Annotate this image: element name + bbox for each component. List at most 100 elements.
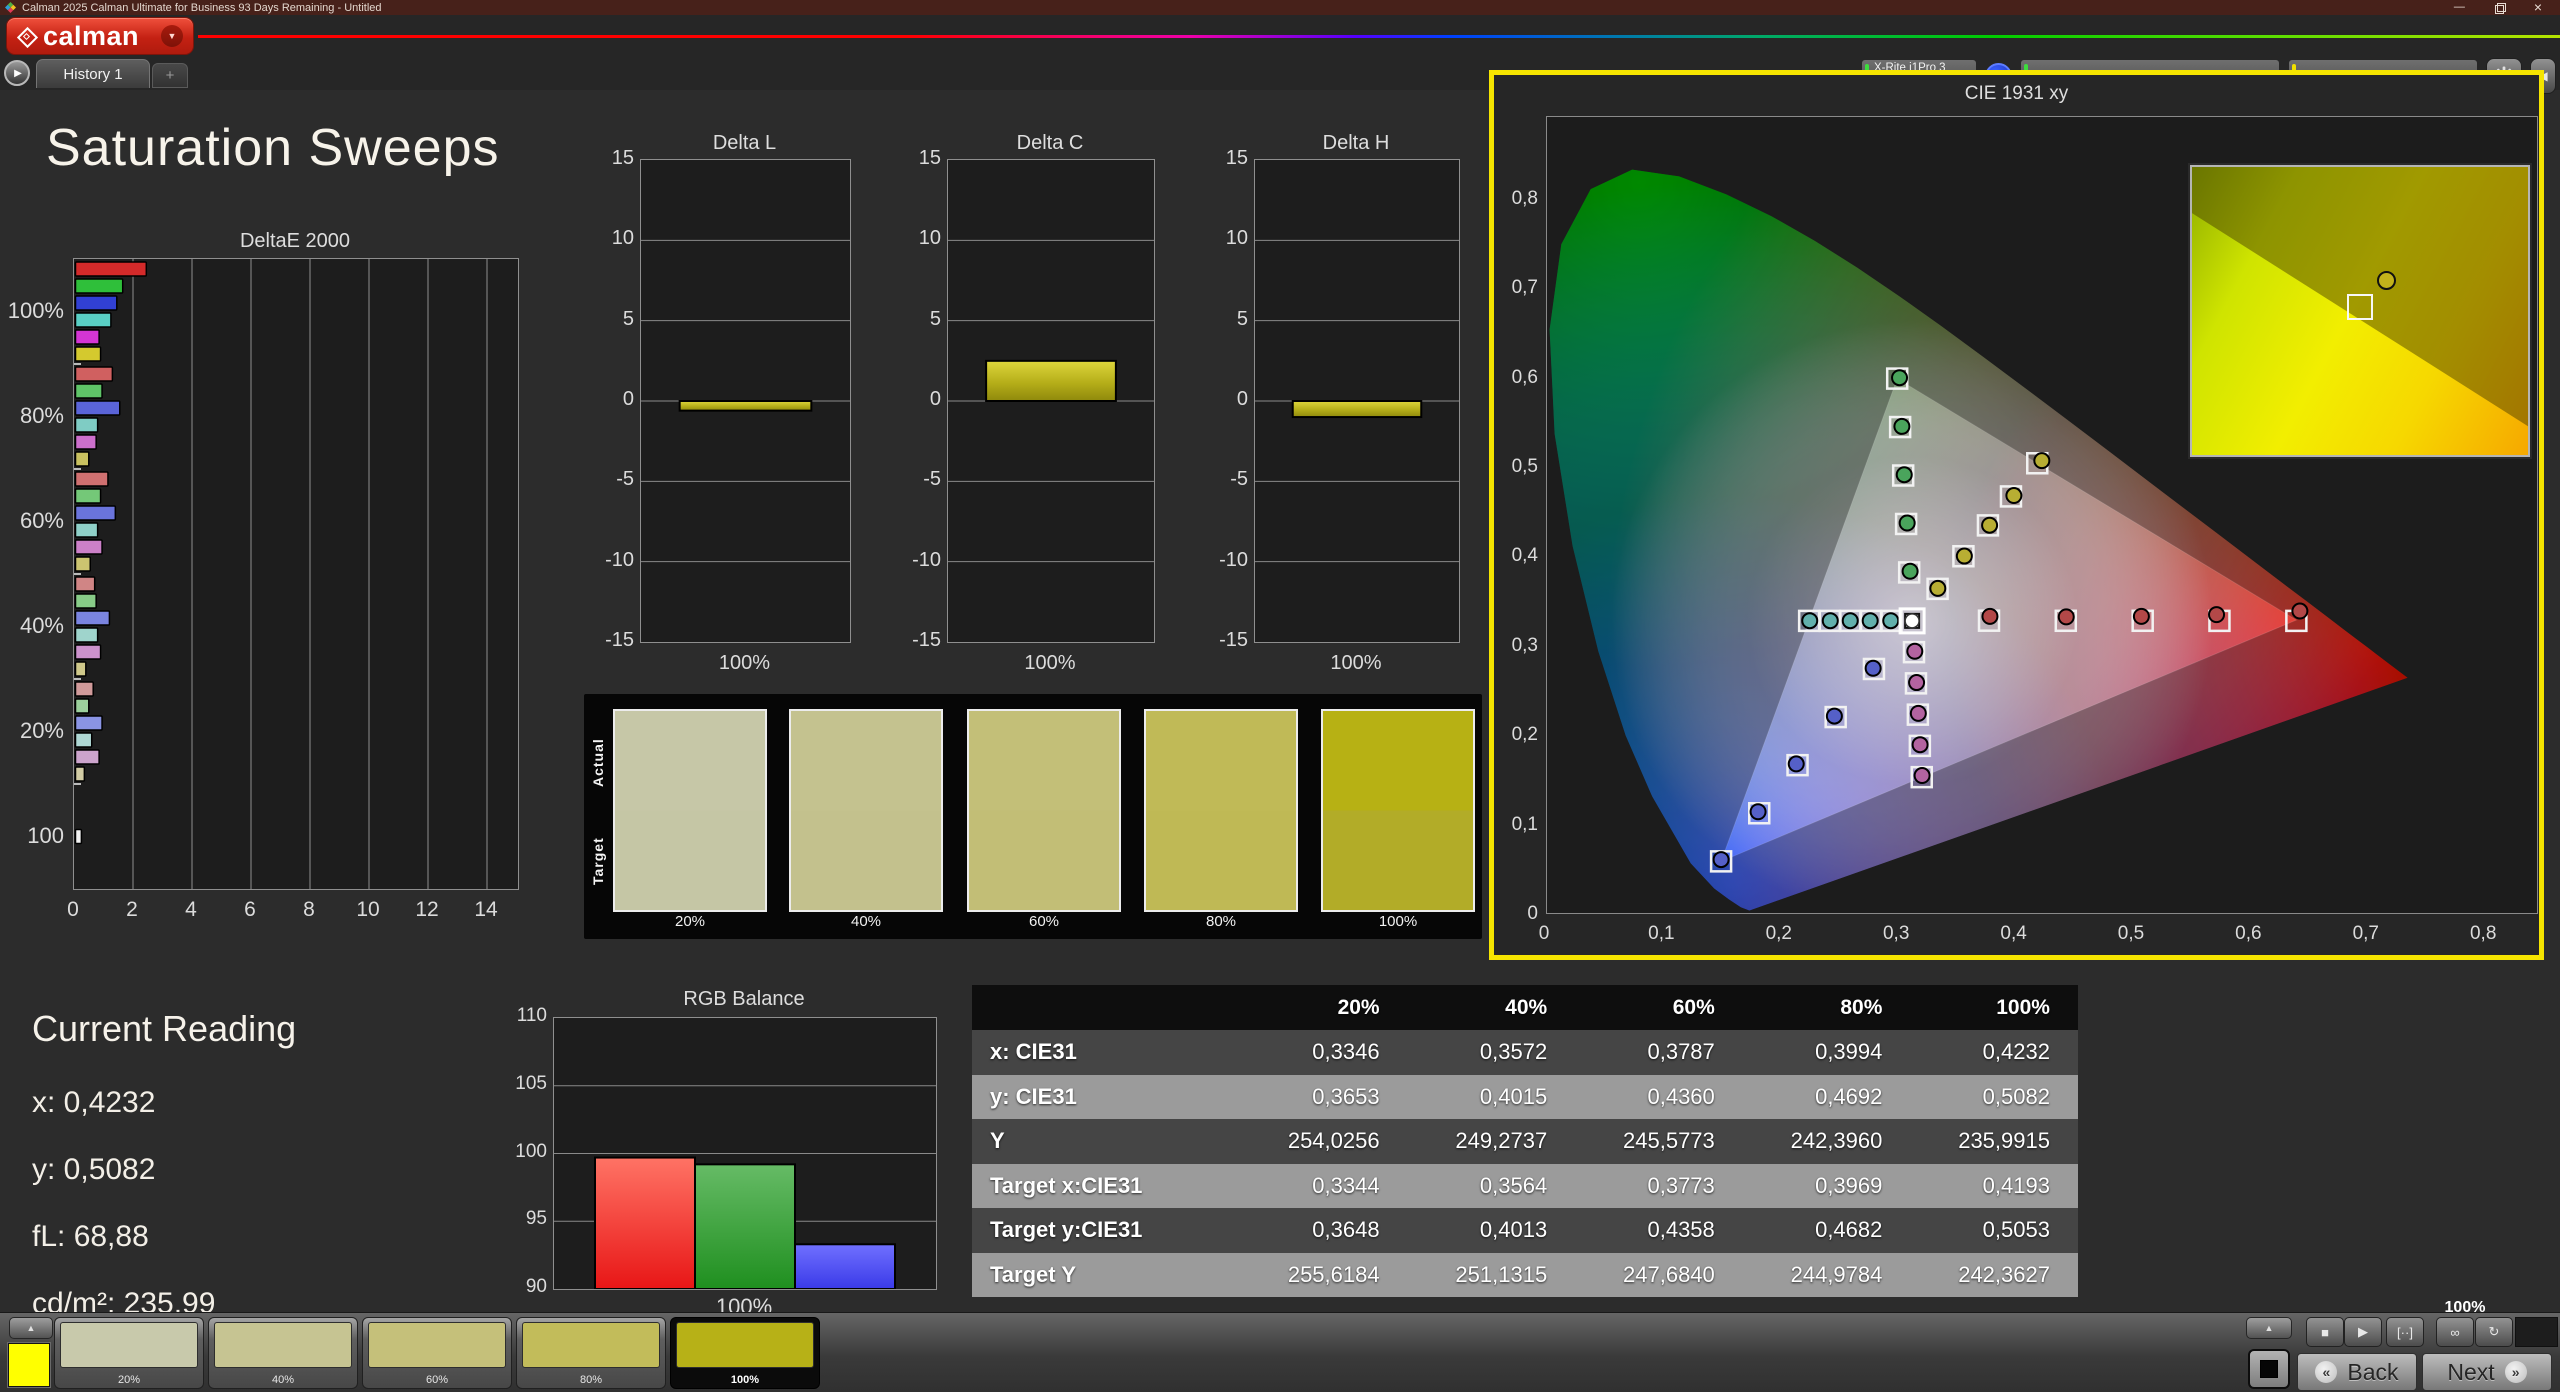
pattern-button-100%[interactable]: 100%	[670, 1317, 820, 1389]
continuous-button[interactable]: ∞	[2436, 1317, 2474, 1347]
pattern-button-60%[interactable]: 60%	[362, 1317, 512, 1389]
next-button[interactable]: Next »	[2422, 1353, 2552, 1391]
cie-x-tick: 0,8	[2469, 923, 2497, 944]
cie-actual-yellow	[1981, 516, 1999, 534]
delta_h-bar	[1291, 400, 1423, 419]
table-corner-cell	[972, 985, 1240, 1030]
cie-y-tick: 0,2	[1511, 724, 1538, 746]
delta_h-title: Delta H	[1322, 132, 1390, 154]
cie-chart-title: CIE 1931 xy	[1964, 83, 2069, 104]
pattern-window-icon	[2260, 1360, 2278, 1378]
current-reading-title: Current Reading	[32, 1008, 297, 1049]
deltae-bar-60%-3	[74, 522, 99, 538]
actual-row-label: Actual	[590, 738, 606, 788]
swatch-label-40%: 40%	[850, 913, 882, 930]
table-cell: 235,9915	[1958, 1128, 2050, 1154]
cie-actual-green	[1898, 514, 1916, 532]
pattern-swatch-100%	[676, 1322, 814, 1368]
delta_h-y-tick: 5	[1236, 307, 1248, 330]
pattern-button-40%[interactable]: 40%	[208, 1317, 358, 1389]
deltae-x-tick: 6	[244, 898, 256, 921]
cie-x-tick: 0,7	[2352, 923, 2379, 944]
deltae-bar-100%-4	[74, 329, 100, 345]
pattern-window-button[interactable]	[2248, 1349, 2290, 1389]
deltae-group-label: 80%	[19, 402, 64, 428]
table-cell: 0,5082	[1982, 1083, 2050, 1109]
interval-button[interactable]: [··]	[2386, 1317, 2424, 1347]
swatch-80%	[1144, 709, 1298, 912]
pattern-button-label: 40%	[271, 1374, 295, 1386]
stop-button[interactable]: ■	[2306, 1317, 2344, 1347]
rgb-y-tick: 90	[525, 1276, 547, 1297]
deltae-bar-100%-1	[74, 278, 124, 294]
cie-white-point	[1904, 613, 1920, 629]
table-cell: 0,4692	[1815, 1083, 1883, 1109]
cie-actual-magenta	[1908, 674, 1926, 692]
rgb-y-tick: 105	[515, 1072, 547, 1094]
cie-actual-blue	[1825, 707, 1843, 725]
table-row-label: x: CIE31	[990, 1039, 1077, 1065]
table-cell: 0,4015	[1479, 1083, 1548, 1109]
table-row: x: CIE31 0,3346 0,3572 0,3787 0,3994 0,4232	[972, 1030, 2078, 1075]
actual-target-swatch-panel[interactable]: Actual Target 20% 40% 60% 80% 100%	[584, 694, 1482, 939]
restore-icon[interactable]	[2494, 3, 2506, 14]
table-cell: 247,6840	[1623, 1261, 1715, 1287]
minimize-icon[interactable]: —	[2454, 2, 2465, 13]
table-cell: 0,4682	[1815, 1217, 1883, 1243]
table-cell: 0,3344	[1312, 1172, 1380, 1198]
cie-y-tick: 0,8	[1511, 187, 1538, 209]
rgb-balance-chart[interactable]: RGB Balance 110 105 100 95 90 100%	[0, 0, 937, 1319]
pattern-button-80%[interactable]: 80%	[516, 1317, 666, 1389]
delta_l-title: Delta L	[712, 132, 777, 154]
pattern-swatch-80%	[522, 1322, 660, 1368]
deltae-bar-40%-3	[74, 627, 99, 643]
cie-actual-blue	[1712, 851, 1730, 869]
swatch-20%	[613, 709, 767, 912]
refresh-button[interactable]: ↻	[2475, 1317, 2513, 1347]
deltae-group-label: 20%	[19, 717, 64, 743]
deltae-x-tick: 14	[474, 898, 498, 921]
deltae-bar-60%-0	[74, 471, 109, 487]
deltae-bar-60%-1	[74, 488, 102, 504]
back-button[interactable]: « Back	[2297, 1353, 2417, 1391]
cie-y-tick: 0	[1527, 903, 1538, 924]
delta_l-y-tick: -15	[605, 629, 634, 651]
table-row-label: y: CIE31	[990, 1083, 1077, 1109]
pattern-swatch-40%	[214, 1322, 352, 1368]
pattern-control-bar: ▲ 100% ▲ « Back Next » 20% 40% 60% 80% 100% ■…	[0, 1299, 2560, 1392]
play-button[interactable]: ▶	[2344, 1317, 2382, 1347]
deltae-bar-60%-5	[74, 556, 91, 572]
table-cell: 0,3648	[1312, 1217, 1380, 1243]
rgb-y-tick: 95	[525, 1208, 547, 1230]
cie-actual-green	[1893, 417, 1911, 435]
cie-y-tick: 0,4	[1511, 545, 1538, 567]
cie-actual-green	[1891, 369, 1909, 387]
deltae-x-tick: 4	[185, 898, 197, 921]
cie-y-tick: 0,5	[1511, 456, 1538, 477]
delta-e-2000-chart[interactable]: DeltaE 2000 100% 80% 60% 40% 20% 100 0 2 4 6 8 10 12…	[0, 0, 600, 960]
table-cell: 251,1315	[1455, 1261, 1548, 1287]
pattern-options-expand-button[interactable]: ▲	[2246, 1317, 2292, 1339]
target-row-label: Target	[590, 837, 606, 885]
cie-y-tick: 0,7	[1511, 277, 1538, 299]
close-icon[interactable]: ×	[2534, 0, 2542, 14]
deltae-bar-80%-5	[74, 451, 90, 467]
table-cell: 255,6184	[1287, 1261, 1380, 1287]
pattern-button-label: 60%	[425, 1374, 449, 1386]
pattern-button-20%[interactable]: 20%	[54, 1317, 204, 1389]
table-cell: 0,3346	[1312, 1039, 1380, 1065]
table-row-label: Y	[990, 1128, 1005, 1154]
rgb-bar-blue	[794, 1243, 896, 1291]
deltae-bar-100%-0	[74, 261, 148, 277]
delta_c-y-tick: 10	[918, 227, 941, 250]
cie-actual-red	[2208, 606, 2226, 624]
delta_h-y-tick: -10	[1219, 548, 1248, 571]
pattern-button-label: 100%	[730, 1374, 760, 1386]
table-row: Target Y 255,6184 251,1315 247,6840 244,9784…	[972, 1252, 2078, 1297]
cie-1931-panel[interactable]: CIE 1931 xy 0 0,1 0,2 0,3 0,4 0,5 0,6 0,7 0,8 0 0,…	[1489, 70, 2544, 960]
pattern-swatch-60%	[368, 1322, 506, 1368]
table-column-header-40%: 40%	[1505, 995, 1548, 1019]
pattern-palette-expand-button[interactable]: ▲	[9, 1317, 53, 1339]
swatch-label-20%: 20%	[674, 913, 706, 930]
deltae-bar-80%-0	[74, 366, 114, 382]
